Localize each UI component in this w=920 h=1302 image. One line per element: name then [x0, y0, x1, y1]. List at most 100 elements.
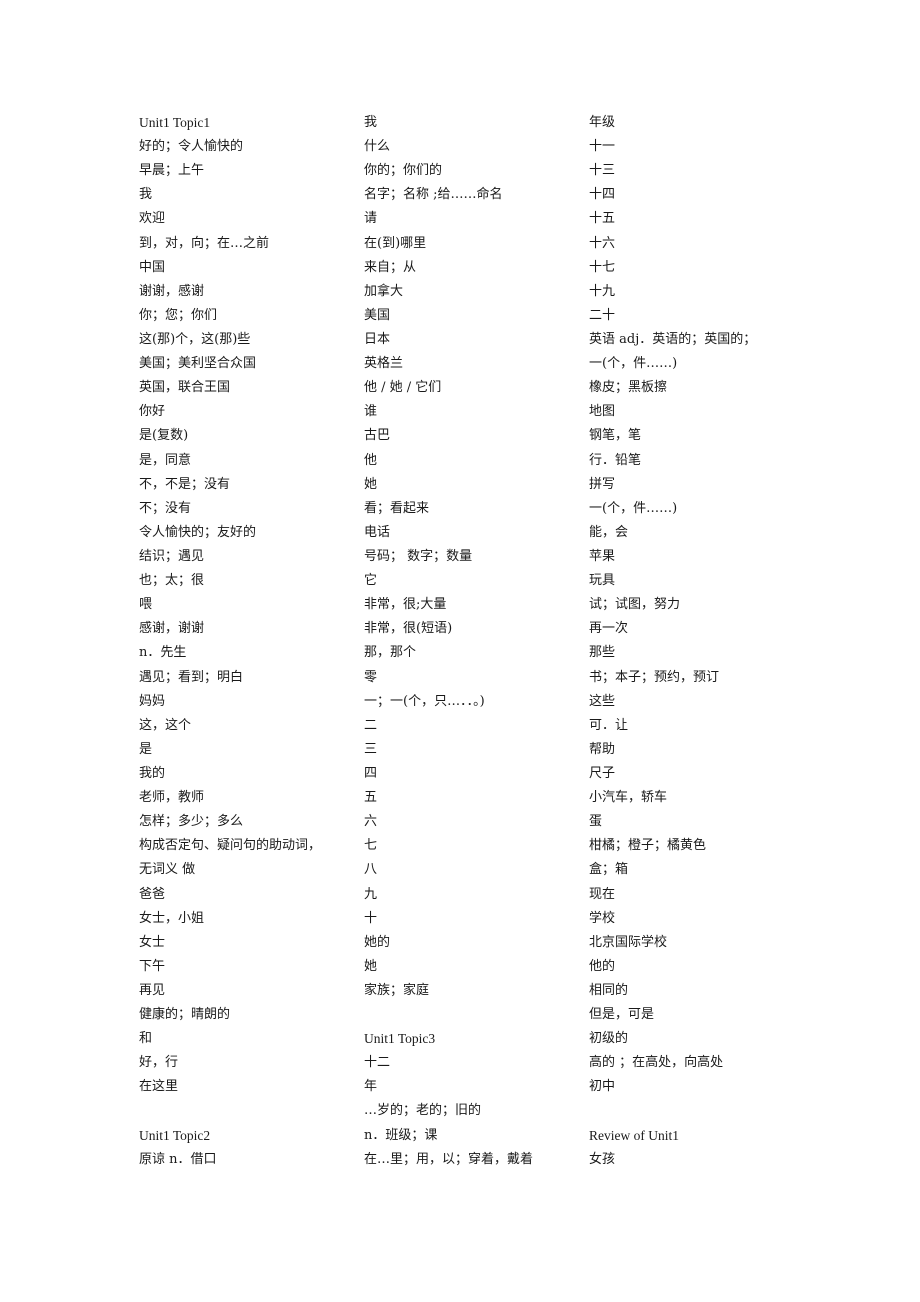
vocab-entry: 十七: [589, 259, 616, 275]
vocab-entry: 苹果: [589, 548, 616, 564]
vocab-entry: 年级: [589, 115, 616, 130]
vocab-entry: 她的: [364, 934, 391, 950]
vocab-entry: 二十: [589, 307, 616, 323]
vocab-entry: 盒；箱: [589, 862, 629, 878]
vocab-entry: 十二: [364, 1055, 391, 1071]
vocab-entry: 他 / 她 / 它们: [364, 380, 442, 396]
vocab-entry: 我的: [139, 765, 166, 781]
vocab-entry: 这(那)个，这(那)些: [139, 331, 251, 347]
vocab-entry: 钢笔，笔: [589, 428, 642, 444]
vocab-entry: 四: [364, 765, 378, 781]
vocab-entry: n．先生: [139, 645, 187, 661]
vocab-entry: 现在: [589, 886, 616, 902]
vocab-entry: 初级的: [589, 1031, 629, 1047]
vocab-entry: 无词义 做: [139, 862, 196, 878]
vocab-entry: 十: [364, 910, 378, 926]
vocab-entry: 三: [364, 741, 378, 757]
vocab-entry: 不，不是；没有: [139, 476, 231, 492]
vocab-entry: 请: [364, 211, 378, 227]
vocab-entry: 中国: [139, 259, 166, 275]
vocab-entry: 九: [364, 886, 378, 902]
vocab-entry: 早晨；上午: [139, 163, 205, 179]
vocab-entry: 柑橘；橙子；橘黄色: [589, 838, 707, 854]
vocab-entry: 试；试图，努力: [589, 597, 681, 613]
vocab-entry: 到，对，向；在…之前: [139, 235, 270, 251]
vocab-entry: 是，同意: [139, 452, 192, 468]
section-heading: Unit1 Topic3: [364, 1031, 436, 1047]
vocab-entry: 一(个，件……): [589, 356, 678, 372]
vocab-entry: 非常，很;大量: [364, 597, 447, 613]
vocab-entry: 和: [139, 1031, 153, 1047]
vocab-entry: 她: [364, 476, 378, 492]
vocab-entry: 学校: [589, 910, 616, 926]
vocab-entry: 古巴: [364, 428, 391, 444]
vocab-entry: 十九: [589, 283, 616, 299]
vocab-entry: 你；您；你们: [139, 307, 218, 323]
vocab-entry: 不；没有: [139, 500, 192, 516]
vocab-entry: 来自；从: [364, 259, 417, 275]
vocab-entry: 北京国际学校: [589, 934, 668, 950]
vocab-entry: 什么: [364, 139, 391, 155]
vocab-entry: 十四: [589, 187, 616, 203]
vocab-entry: 欢迎: [139, 211, 166, 227]
vocab-entry: 你的；你们的: [364, 163, 443, 179]
vocab-entry: 美国: [364, 307, 391, 323]
vocab-entry: 非常，很(短语): [364, 621, 453, 637]
vocab-entry: 谢谢，感谢: [139, 283, 205, 299]
section-heading: Review of Unit1: [589, 1127, 679, 1143]
vocab-entry: 初中: [589, 1079, 616, 1095]
vocab-entry: 在这里: [139, 1079, 179, 1095]
vocab-entry: 再一次: [589, 621, 629, 637]
vocab-entry: 玩具: [589, 573, 616, 589]
vocab-entry: 你好: [139, 404, 166, 420]
vocab-entry: 电话: [364, 524, 391, 540]
vocab-entry: 一(个，件……): [589, 500, 678, 516]
vocab-entry: 名字；名称 ;给……命名: [364, 187, 503, 203]
vocab-entry: 七: [364, 838, 378, 854]
vocab-entry: 高的 ；在高处，向高处: [589, 1055, 724, 1071]
vocab-entry: 十五: [589, 211, 616, 227]
vocab-entry: 日本: [364, 331, 391, 347]
vocab-entry: …岁的；老的；旧的: [364, 1103, 482, 1119]
vocab-entry: 地图: [589, 404, 616, 420]
vocab-entry: 我: [364, 115, 378, 130]
vocab-entry: 拼写: [589, 476, 616, 492]
vocab-entry: 六: [364, 814, 378, 830]
vocab-entry: 他: [364, 452, 378, 468]
vocab-entry: 二: [364, 717, 378, 733]
vocab-entry: 原谅 n．借口: [139, 1151, 217, 1167]
vocab-entry: 这些: [589, 693, 616, 709]
vocab-entry: 构成否定句、疑问句的助动词，: [139, 838, 322, 854]
vocab-entry: 十一: [589, 139, 616, 155]
vocab-entry: 好的；令人愉快的: [139, 139, 244, 155]
column-3: 年级 十一 十三 十四 十五 十六 十七 十九 二十 英语 adj．英语的；英国的； 一(个，件………: [589, 114, 789, 1175]
vocab-entry: 遇见；看到；明白: [139, 669, 244, 685]
section-heading: Unit1 Topic2: [139, 1127, 211, 1143]
vocab-entry: 女士: [139, 934, 166, 950]
vocab-entry: 零: [364, 669, 378, 685]
vocab-entry: 在…里；用，以；穿着，戴着: [364, 1151, 534, 1167]
vocab-entry: 老师，教师: [139, 790, 205, 806]
vocab-entry: 号码； 数字；数量: [364, 548, 473, 564]
vocab-entry: 十六: [589, 235, 616, 251]
vocab-entry: 蛋: [589, 814, 603, 830]
vocab-entry: 也；太；很: [139, 573, 205, 589]
vocab-entry: 家族；家庭: [364, 982, 430, 998]
vocab-entry: 行．铅笔: [589, 452, 642, 468]
vocab-entry: 下午: [139, 958, 166, 974]
vocab-entry: 英格兰: [364, 356, 404, 372]
vocab-entry: 谁: [364, 404, 378, 420]
vocab-entry: 她: [364, 958, 378, 974]
vocab-entry: 感谢，谢谢: [139, 621, 205, 637]
vocab-entry: 那，那个: [364, 645, 417, 661]
vocab-entry: n．班级；课: [364, 1127, 438, 1143]
vocab-entry: 但是，可是: [589, 1007, 655, 1023]
vocab-entry: 喂: [139, 597, 153, 613]
vocab-entry: 英国，联合王国: [139, 380, 231, 396]
vocab-entry: 能，会: [589, 524, 629, 540]
vocab-entry: 他的: [589, 958, 616, 974]
vocab-entry: 看；看起来: [364, 500, 430, 516]
vocab-entry: 尺子: [589, 765, 616, 781]
vocab-entry: 是(复数): [139, 428, 189, 444]
